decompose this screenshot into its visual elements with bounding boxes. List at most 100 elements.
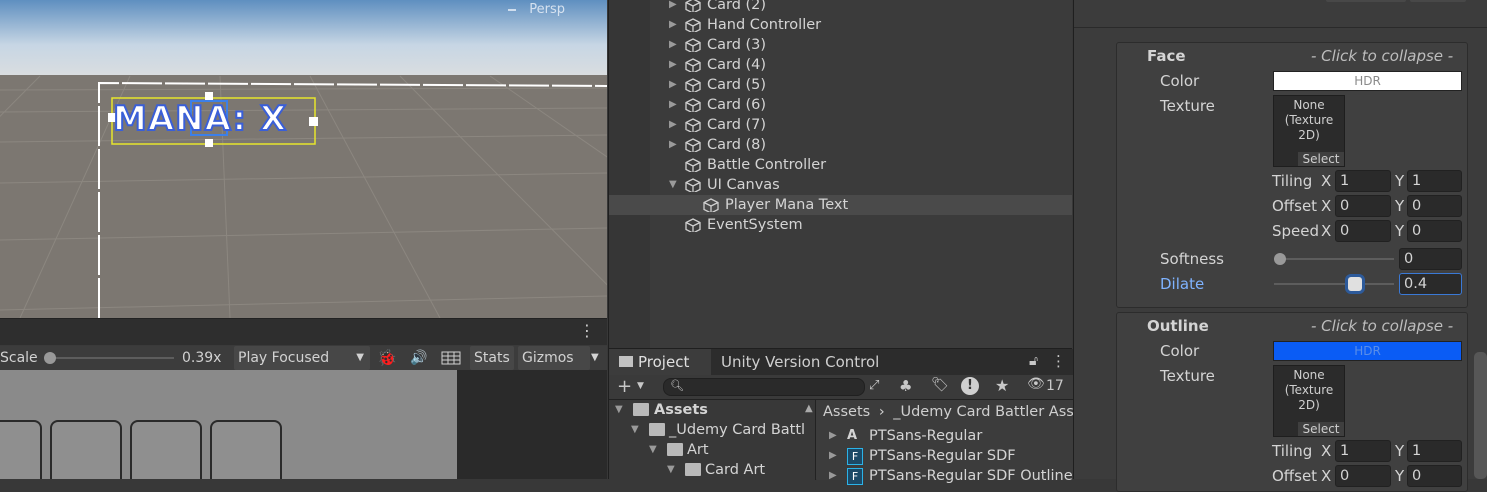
tiling-x-field[interactable]: 1 (1335, 170, 1391, 192)
inspector-button[interactable] (1410, 0, 1466, 2)
label-icon[interactable]: 🏷︎ (931, 377, 949, 393)
outline-collapse-link[interactable]: - Click to collapse - (1311, 317, 1453, 335)
stats-button[interactable]: Stats (470, 346, 514, 370)
tiling-y-field[interactable]: 1 (1407, 170, 1462, 192)
scene-view[interactable]: MANA: X Persp (0, 0, 607, 318)
scene-orientation-label[interactable]: Persp (529, 2, 565, 17)
scale-slider-handle[interactable] (44, 352, 56, 364)
gizmos-button[interactable]: Gizmos (518, 346, 590, 370)
outline-title[interactable]: Outline (1147, 316, 1209, 336)
face-title[interactable]: Face (1147, 46, 1186, 66)
add-icon[interactable]: + (617, 375, 632, 399)
hierarchy-item[interactable]: ▶ Card (8) (609, 135, 1072, 155)
hierarchy-item[interactable]: Player Mana Text (609, 195, 1072, 215)
face-color-label: Color (1160, 72, 1200, 90)
file-label: PTSans-Regular (869, 428, 983, 444)
outline-texture-slot[interactable]: None (Texture 2D) Select (1273, 365, 1345, 437)
hdr-label: HDR (1354, 344, 1381, 358)
chevron-right-icon[interactable]: ▶ (669, 135, 677, 155)
hidden-eye-icon[interactable]: 👁︎ (1027, 376, 1045, 392)
search-input[interactable]: 🔍︎ (663, 378, 865, 396)
chevron-right-icon[interactable]: ▶ (669, 35, 677, 55)
gameobject-cube-icon (685, 138, 701, 152)
more-options-icon[interactable]: ⋮ (579, 321, 595, 340)
chevron-down-icon: ▼ (631, 424, 639, 435)
face-collapse-link[interactable]: - Click to collapse - (1311, 47, 1453, 65)
texture-select-button[interactable]: Select (1298, 152, 1344, 166)
tab-project[interactable]: Project (609, 349, 711, 375)
hierarchy-item[interactable]: ▶ Card (3) (609, 35, 1072, 55)
tree-label-card-art: Card Art (705, 462, 766, 478)
chevron-down-icon[interactable]: ▼ (669, 175, 677, 195)
breadcrumb: Assets › _Udemy Card Battler Ass (823, 402, 1074, 422)
scale-slider-track[interactable] (46, 357, 174, 359)
game-view[interactable] (0, 370, 457, 479)
hierarchy-item-label: UI Canvas (707, 177, 780, 193)
folder-icon (633, 403, 649, 416)
breadcrumb-assets[interactable]: Assets (823, 404, 870, 420)
hierarchy-item[interactable]: Battle Controller (609, 155, 1072, 175)
hierarchy-panel: ▶ Card (2) ▶ Hand Controller ▶ Card (3) ▶ Card … (608, 0, 1072, 348)
axis-y-label: Y (1395, 222, 1405, 240)
hierarchy-item[interactable]: ▶ Hand Controller (609, 15, 1072, 35)
chevron-down-icon: ▼ (667, 464, 675, 475)
chevron-right-icon[interactable]: ▶ (669, 95, 677, 115)
hierarchy-item-label: Hand Controller (707, 17, 822, 33)
scroll-up-icon[interactable]: ▲ (805, 403, 813, 414)
hierarchy-item[interactable]: ▼ UI Canvas (609, 175, 1072, 195)
dilate-slider-handle[interactable] (1345, 274, 1365, 294)
softness-slider-handle[interactable] (1274, 253, 1286, 265)
chevron-right-icon[interactable]: ▶ (669, 55, 677, 75)
face-color-swatch[interactable]: HDR (1273, 71, 1462, 91)
star-icon[interactable]: ★ (995, 376, 1009, 395)
speed-x-field[interactable]: 0 (1335, 220, 1391, 242)
gizmos-dropdown-icon[interactable]: ▼ (591, 346, 599, 370)
dilate-field[interactable]: 0.4 (1399, 273, 1462, 295)
texture-select-button[interactable]: Select (1298, 422, 1344, 436)
axis-x-label: X (1321, 442, 1332, 460)
hierarchy-item[interactable]: ▶ Card (6) (609, 95, 1072, 115)
shapes-filter-icon[interactable]: ♣ (899, 377, 912, 395)
hdr-label: HDR (1354, 74, 1381, 88)
chevron-down-icon[interactable]: ▼ (637, 381, 644, 391)
softness-slider-track[interactable] (1274, 258, 1394, 260)
axis-y-label: Y (1395, 172, 1405, 190)
outline-tiling-x-field[interactable]: 1 (1335, 440, 1391, 462)
hierarchy-item[interactable]: ▶ Card (2) (609, 0, 1072, 15)
outline-color-swatch[interactable]: HDR (1273, 341, 1462, 361)
face-texture-slot[interactable]: None (Texture 2D) Select (1273, 95, 1345, 167)
warning-icon[interactable]: ! (961, 377, 979, 395)
chevron-right-icon[interactable]: ▶ (669, 75, 677, 95)
outline-offset-x-field[interactable]: 0 (1335, 465, 1391, 487)
folder-icon (649, 423, 665, 436)
speed-y-field[interactable]: 0 (1407, 220, 1462, 242)
offset-x-field[interactable]: 0 (1335, 195, 1391, 217)
play-mode-dropdown[interactable]: Play Focused ▼ (234, 346, 370, 370)
breadcrumb-udemy[interactable]: _Udemy Card Battler Ass (893, 404, 1074, 420)
softness-field[interactable]: 0 (1399, 248, 1462, 270)
chevron-right-icon[interactable]: ▶ (669, 115, 677, 135)
hierarchy-item[interactable]: ▶ Card (4) (609, 55, 1072, 75)
hierarchy-item[interactable]: ▶ Card (5) (609, 75, 1072, 95)
lock-icon[interactable]: 🔓︎ (1029, 353, 1038, 369)
offset-y-field[interactable]: 0 (1407, 195, 1462, 217)
bug-icon[interactable]: 🐞 (377, 346, 397, 370)
chevron-right-icon[interactable]: ▶ (669, 0, 677, 15)
dilate-slider-track[interactable] (1274, 283, 1394, 285)
search-by-type-icon[interactable]: ⤢ (869, 378, 879, 393)
more-options-icon[interactable]: ⋮ (1051, 352, 1066, 370)
inspector-button[interactable] (1326, 0, 1406, 2)
tiling-label: Tiling (1272, 442, 1313, 460)
hierarchy-item-label: EventSystem (707, 217, 803, 233)
outline-offset-y-field[interactable]: 0 (1407, 465, 1462, 487)
chevron-right-icon[interactable]: ▶ (669, 15, 677, 35)
tab-version-control[interactable]: Unity Version Control (721, 349, 879, 375)
audio-icon[interactable]: 🔊 (410, 346, 427, 370)
hierarchy-item[interactable]: ▶ Card (7) (609, 115, 1072, 135)
inspector-scrollbar[interactable] (1474, 352, 1487, 479)
axis-y-label: Y (1395, 467, 1405, 485)
grid-icon[interactable] (441, 346, 461, 370)
mana-text-object[interactable]: MANA: X (112, 98, 287, 140)
outline-tiling-y-field[interactable]: 1 (1407, 440, 1462, 462)
hierarchy-item[interactable]: EventSystem (609, 215, 1072, 235)
